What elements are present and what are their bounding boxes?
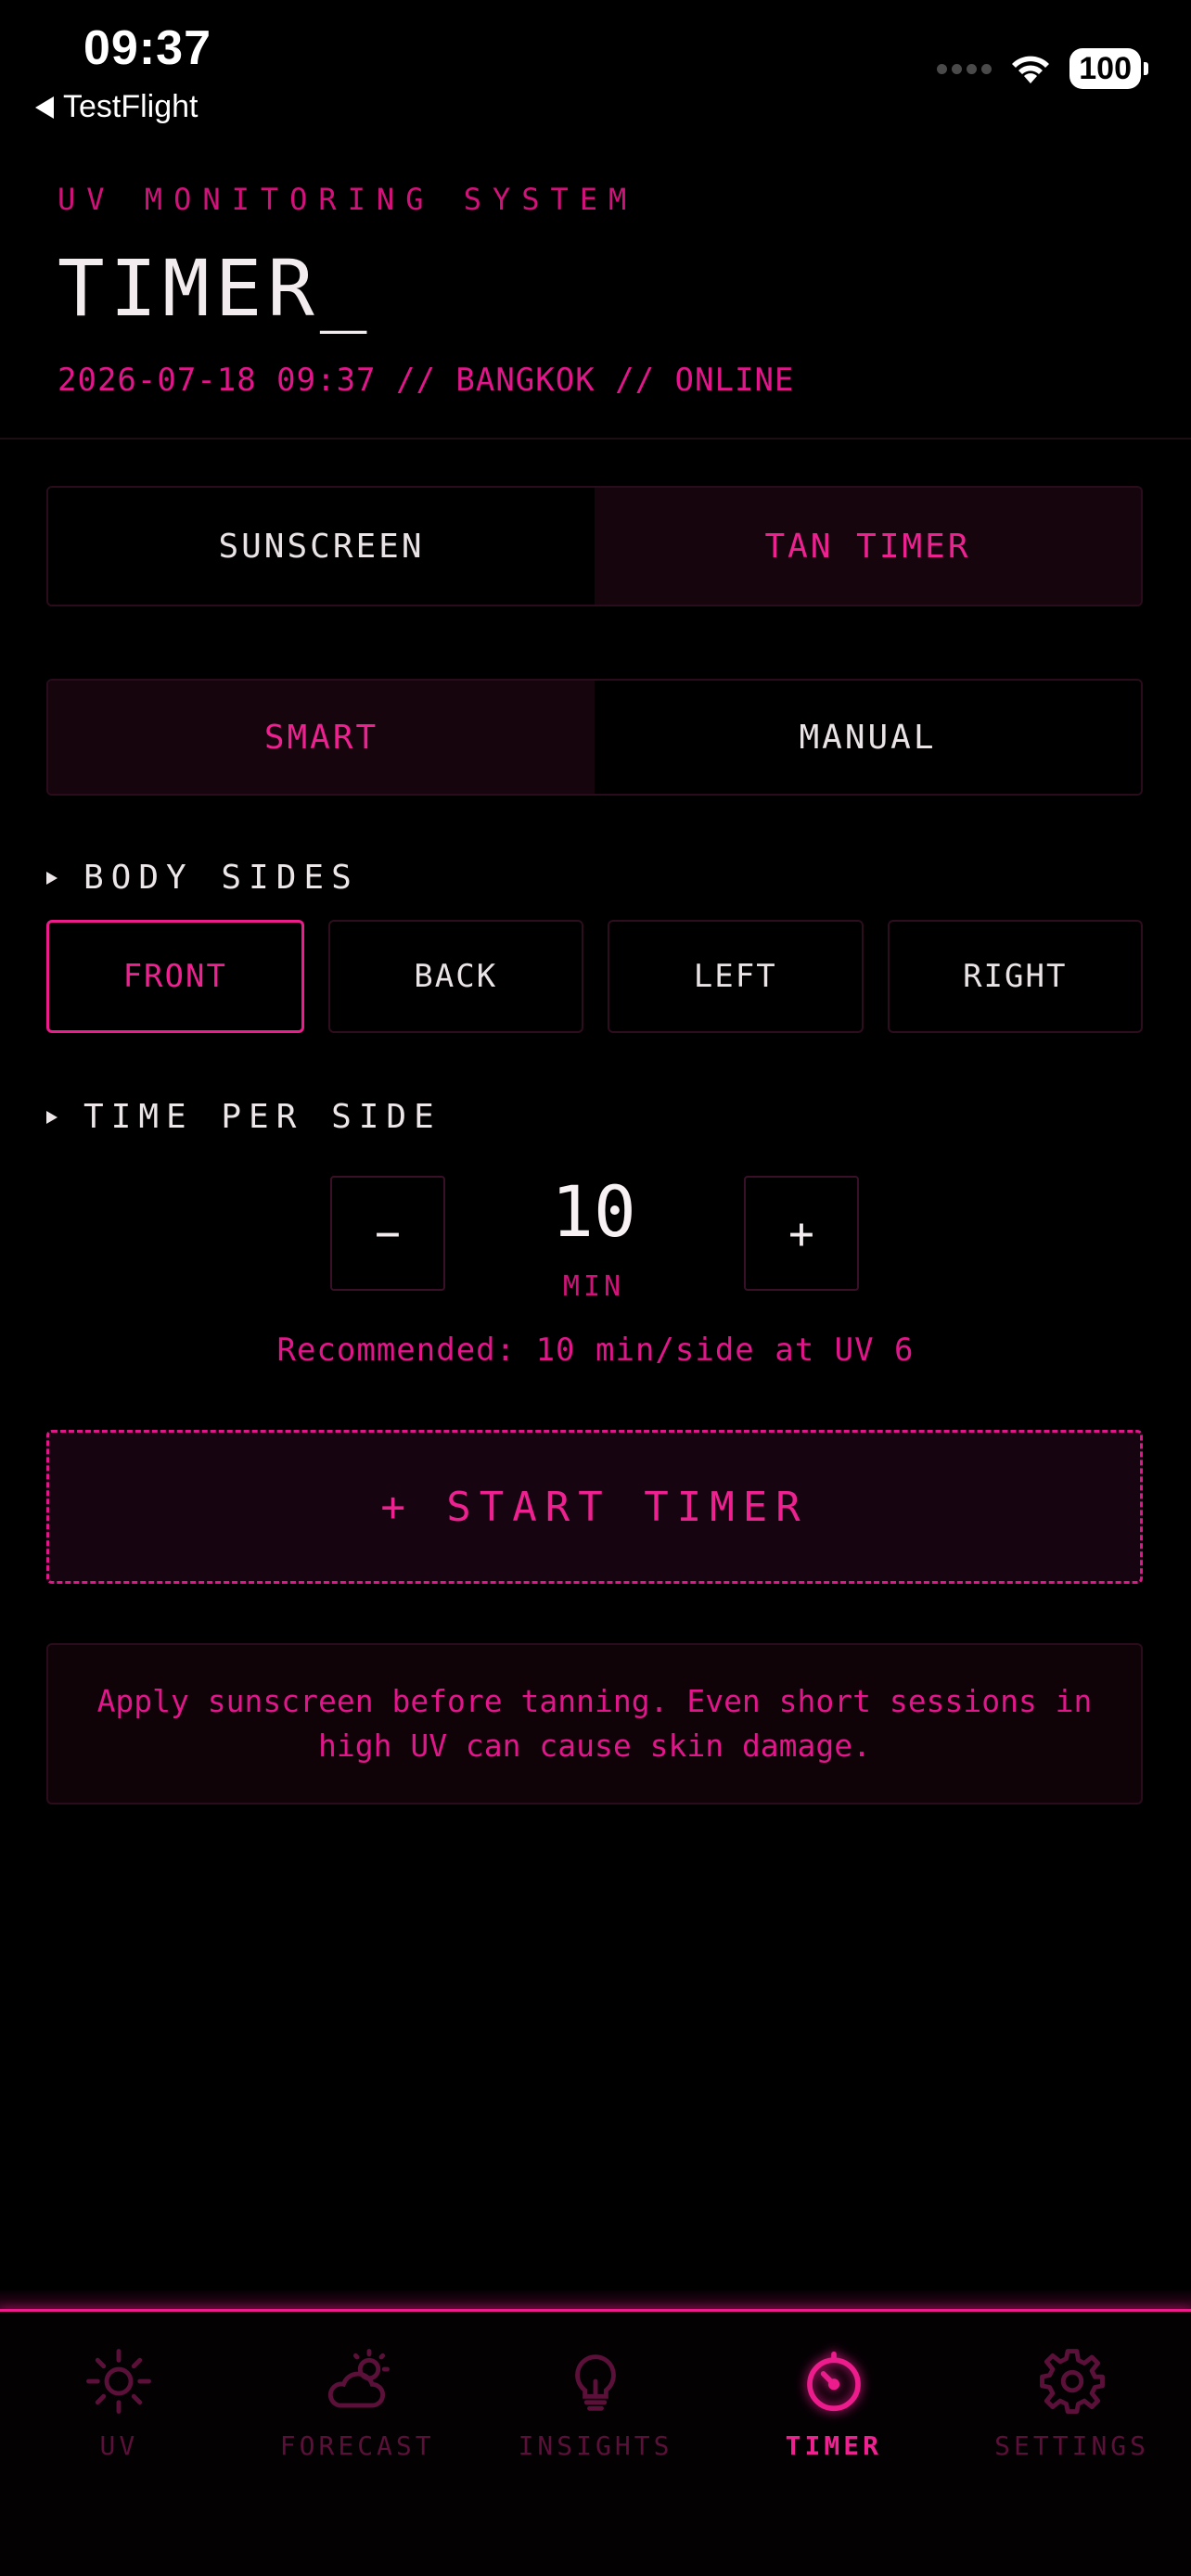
time-per-side-heading: TIME PER SIDE bbox=[46, 1098, 442, 1136]
tab-tan-timer[interactable]: TAN TIMER bbox=[595, 488, 1141, 605]
tab-sunscreen[interactable]: SUNSCREEN bbox=[48, 488, 595, 605]
smart-mode-option[interactable]: SMART bbox=[48, 681, 595, 794]
tab-insights[interactable]: INSIGHTS bbox=[477, 2312, 715, 2576]
page-title: TIMER_ bbox=[58, 243, 373, 334]
time-per-side-heading-text: TIME PER SIDE bbox=[83, 1098, 442, 1136]
tab-label: FORECAST bbox=[279, 2430, 435, 2461]
back-to-testflight[interactable]: TestFlight bbox=[35, 89, 198, 125]
tab-forecast[interactable]: FORECAST bbox=[238, 2312, 477, 2576]
header-divider bbox=[0, 438, 1191, 440]
battery-icon: 100 bbox=[1069, 48, 1148, 89]
mode-segmented-control: SUNSCREEN TAN TIMER bbox=[46, 486, 1143, 606]
caret-right-icon bbox=[46, 1110, 58, 1124]
tab-uv[interactable]: UV bbox=[0, 2312, 238, 2576]
time-value: 10 bbox=[551, 1170, 636, 1253]
status-time: 09:37 bbox=[83, 21, 211, 75]
caret-right-icon bbox=[46, 871, 58, 885]
status-meta: 2026-07-18 09:37 // BANGKOK // ONLINE bbox=[58, 362, 795, 399]
battery-level: 100 bbox=[1069, 48, 1141, 89]
timer-icon bbox=[806, 2351, 861, 2412]
lightbulb-icon bbox=[575, 2354, 616, 2411]
manual-mode-option[interactable]: MANUAL bbox=[595, 681, 1141, 794]
time-unit: MIN bbox=[562, 1270, 625, 1303]
notice-text: Apply sunscreen before tanning. Even sho… bbox=[96, 1683, 1093, 1764]
side-left-button[interactable]: LEFT bbox=[608, 920, 864, 1033]
tab-label: TIMER bbox=[785, 2430, 882, 2461]
tab-bar: UV FORECAST INSIGHTS TIMER SETTINGS bbox=[0, 2312, 1191, 2576]
decrement-button[interactable]: − bbox=[330, 1176, 445, 1291]
tab-label: SETTINGS bbox=[994, 2430, 1150, 2461]
tab-timer[interactable]: TIMER bbox=[714, 2312, 953, 2576]
tab-settings[interactable]: SETTINGS bbox=[953, 2312, 1191, 2576]
body-sides-heading-text: BODY SIDES bbox=[83, 859, 359, 897]
gear-icon bbox=[1039, 2349, 1105, 2414]
side-right-button[interactable]: RIGHT bbox=[887, 920, 1143, 1033]
sun-icon bbox=[86, 2349, 152, 2414]
recommendation-text: Recommended: 10 min/side at UV 6 bbox=[276, 1332, 915, 1369]
cloud-sun-icon bbox=[328, 2349, 391, 2408]
timer-mode-control: SMART MANUAL bbox=[46, 679, 1143, 796]
cellular-signal-icon bbox=[937, 63, 992, 74]
back-label: TestFlight bbox=[63, 89, 198, 124]
tab-label: INSIGHTS bbox=[518, 2430, 673, 2461]
system-label: UV MONITORING SYSTEM bbox=[58, 182, 638, 217]
back-arrow-icon bbox=[35, 96, 54, 119]
tab-label: UV bbox=[99, 2430, 139, 2461]
side-back-button[interactable]: BACK bbox=[327, 920, 583, 1033]
increment-button[interactable]: + bbox=[744, 1176, 859, 1291]
tab-bar-glow bbox=[0, 2289, 1191, 2311]
body-sides-selector: FRONT BACK LEFT RIGHT bbox=[46, 920, 1143, 1033]
start-timer-button[interactable]: + START TIMER bbox=[46, 1430, 1143, 1584]
side-front-button[interactable]: FRONT bbox=[46, 920, 304, 1033]
sunscreen-notice: Apply sunscreen before tanning. Even sho… bbox=[46, 1643, 1143, 1804]
wifi-icon bbox=[1012, 56, 1050, 83]
body-sides-heading: BODY SIDES bbox=[46, 859, 359, 897]
status-indicators: 100 bbox=[937, 48, 1148, 89]
